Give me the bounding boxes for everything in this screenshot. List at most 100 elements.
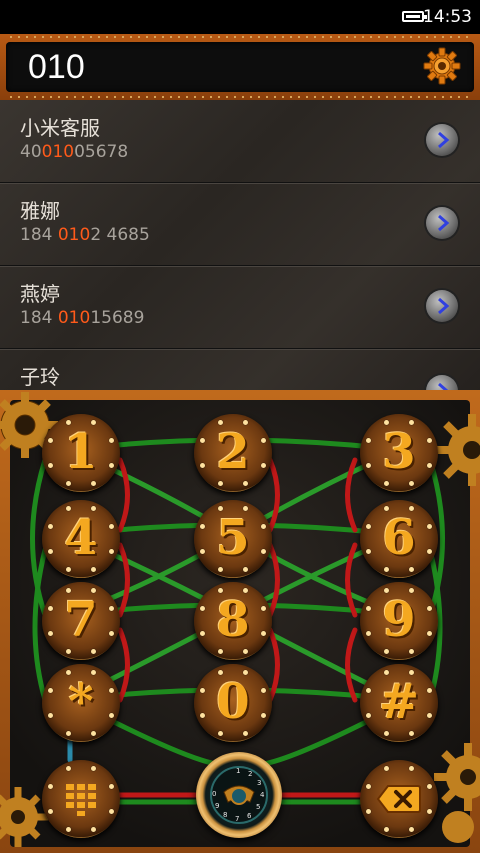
rivet-decoration — [200, 523, 205, 529]
contact-number: 184 0102 4685 — [20, 225, 150, 245]
rivet-decoration — [426, 523, 432, 529]
rivet-decoration — [48, 783, 53, 789]
backspace-icon — [376, 785, 421, 813]
rivet-decoration — [383, 766, 389, 771]
dialed-number[interactable]: 010 — [28, 48, 85, 87]
keypad-panel: 1 2 3 4 5 6 7 8 9 * 0 # 123 456 7890 — [0, 390, 480, 853]
contact-name: 燕婷 — [20, 282, 60, 306]
rivet-decoration — [200, 605, 205, 611]
rivet-decoration — [366, 605, 371, 611]
rivet-decoration — [409, 730, 415, 736]
rivet-decoration — [260, 687, 266, 693]
rivet-decoration — [48, 437, 53, 443]
call-button[interactable]: 123 456 789 0 — [196, 752, 282, 838]
contact-name: 雅娜 — [20, 199, 60, 223]
rivet-decoration — [426, 605, 432, 611]
rivet-decoration — [65, 648, 71, 654]
svg-text:8: 8 — [223, 811, 227, 819]
contact-row[interactable]: 子玲 — [0, 349, 480, 392]
key-1[interactable]: 1 — [42, 414, 120, 492]
rivet-decoration — [108, 605, 114, 611]
contact-name: 小米客服 — [20, 116, 100, 140]
rivet-decoration — [108, 783, 114, 789]
rivet-decoration — [383, 506, 389, 511]
rivet-decoration — [409, 648, 415, 654]
rivet-decoration — [91, 480, 97, 486]
rivet-decoration — [366, 437, 371, 443]
key-7[interactable]: 7 — [42, 582, 120, 660]
rivet-decoration — [65, 566, 71, 572]
dial-input-bar: 010 — [0, 34, 480, 100]
dialpad-toggle-button[interactable] — [42, 760, 120, 838]
rivet-decoration — [91, 566, 97, 572]
rivet-decoration — [108, 523, 114, 529]
contact-row[interactable]: 燕婷 184 01015689 — [0, 266, 480, 349]
rivet-decoration — [200, 687, 205, 693]
rivet-decoration — [48, 523, 53, 529]
rivet-decoration — [383, 826, 389, 832]
rivet-decoration — [243, 566, 249, 572]
svg-text:7: 7 — [235, 815, 239, 823]
rivet-decoration — [243, 648, 249, 654]
key-3[interactable]: 3 — [360, 414, 438, 492]
rivet-decoration — [366, 687, 371, 693]
contact-row[interactable]: 小米客服 4001005678 — [0, 100, 480, 183]
contact-name: 子玲 — [20, 365, 60, 389]
svg-text:9: 9 — [215, 802, 219, 810]
rivet-decoration — [91, 826, 97, 832]
rivet-decoration — [217, 670, 223, 675]
rivet-decoration — [383, 420, 389, 425]
contact-number: 184 01015689 — [20, 308, 145, 328]
rivet-decoration — [65, 670, 71, 675]
svg-text:6: 6 — [247, 812, 252, 820]
rivet-decoration — [383, 566, 389, 572]
rivet-decoration — [383, 670, 389, 675]
contact-row[interactable]: 雅娜 184 0102 4685 — [0, 183, 480, 266]
chevron-right-icon[interactable] — [426, 290, 458, 322]
rivet-decoration — [91, 730, 97, 736]
key-star[interactable]: * — [42, 664, 120, 742]
rivet-decoration — [409, 826, 415, 832]
rivet-decoration — [260, 437, 266, 443]
rivet-decoration — [260, 523, 266, 529]
rivet-decoration — [409, 766, 415, 771]
rivet-decoration — [108, 687, 114, 693]
rivet-decoration — [48, 687, 53, 693]
rivet-decoration — [383, 730, 389, 736]
rivet-decoration — [65, 826, 71, 832]
rivet-decoration — [383, 588, 389, 593]
key-9[interactable]: 9 — [360, 582, 438, 660]
status-bar: 14:53 — [0, 0, 480, 34]
key-hash[interactable]: # — [360, 664, 438, 742]
rivet-decoration — [200, 437, 205, 443]
rivet-decoration — [366, 809, 371, 815]
key-8[interactable]: 8 — [194, 582, 272, 660]
rivet-decoration — [108, 437, 114, 443]
contact-number: 4001005678 — [20, 142, 129, 162]
chevron-right-icon[interactable] — [426, 207, 458, 239]
rivet-decoration — [217, 588, 223, 593]
rivet-decoration — [65, 506, 71, 511]
rivet-decoration — [243, 480, 249, 486]
key-2[interactable]: 2 — [194, 414, 272, 492]
svg-text:1: 1 — [236, 767, 240, 775]
svg-text:0: 0 — [212, 790, 216, 798]
rivet-decoration — [426, 783, 432, 789]
rivet-decoration — [366, 523, 371, 529]
key-4[interactable]: 4 — [42, 500, 120, 578]
rivet-decoration — [426, 809, 432, 815]
settings-gear-icon[interactable] — [422, 46, 462, 86]
rivet-decoration — [65, 420, 71, 425]
rivet-decoration — [217, 730, 223, 736]
chevron-right-icon[interactable] — [426, 124, 458, 156]
rivet-decoration — [217, 506, 223, 511]
rivet-decoration — [260, 605, 266, 611]
battery-icon — [402, 11, 427, 22]
rivet-decoration — [48, 605, 53, 611]
svg-text:4: 4 — [260, 791, 265, 799]
key-0[interactable]: 0 — [194, 664, 272, 742]
key-5[interactable]: 5 — [194, 500, 272, 578]
key-6[interactable]: 6 — [360, 500, 438, 578]
backspace-button[interactable] — [360, 760, 438, 838]
rivet-decoration — [65, 766, 71, 771]
